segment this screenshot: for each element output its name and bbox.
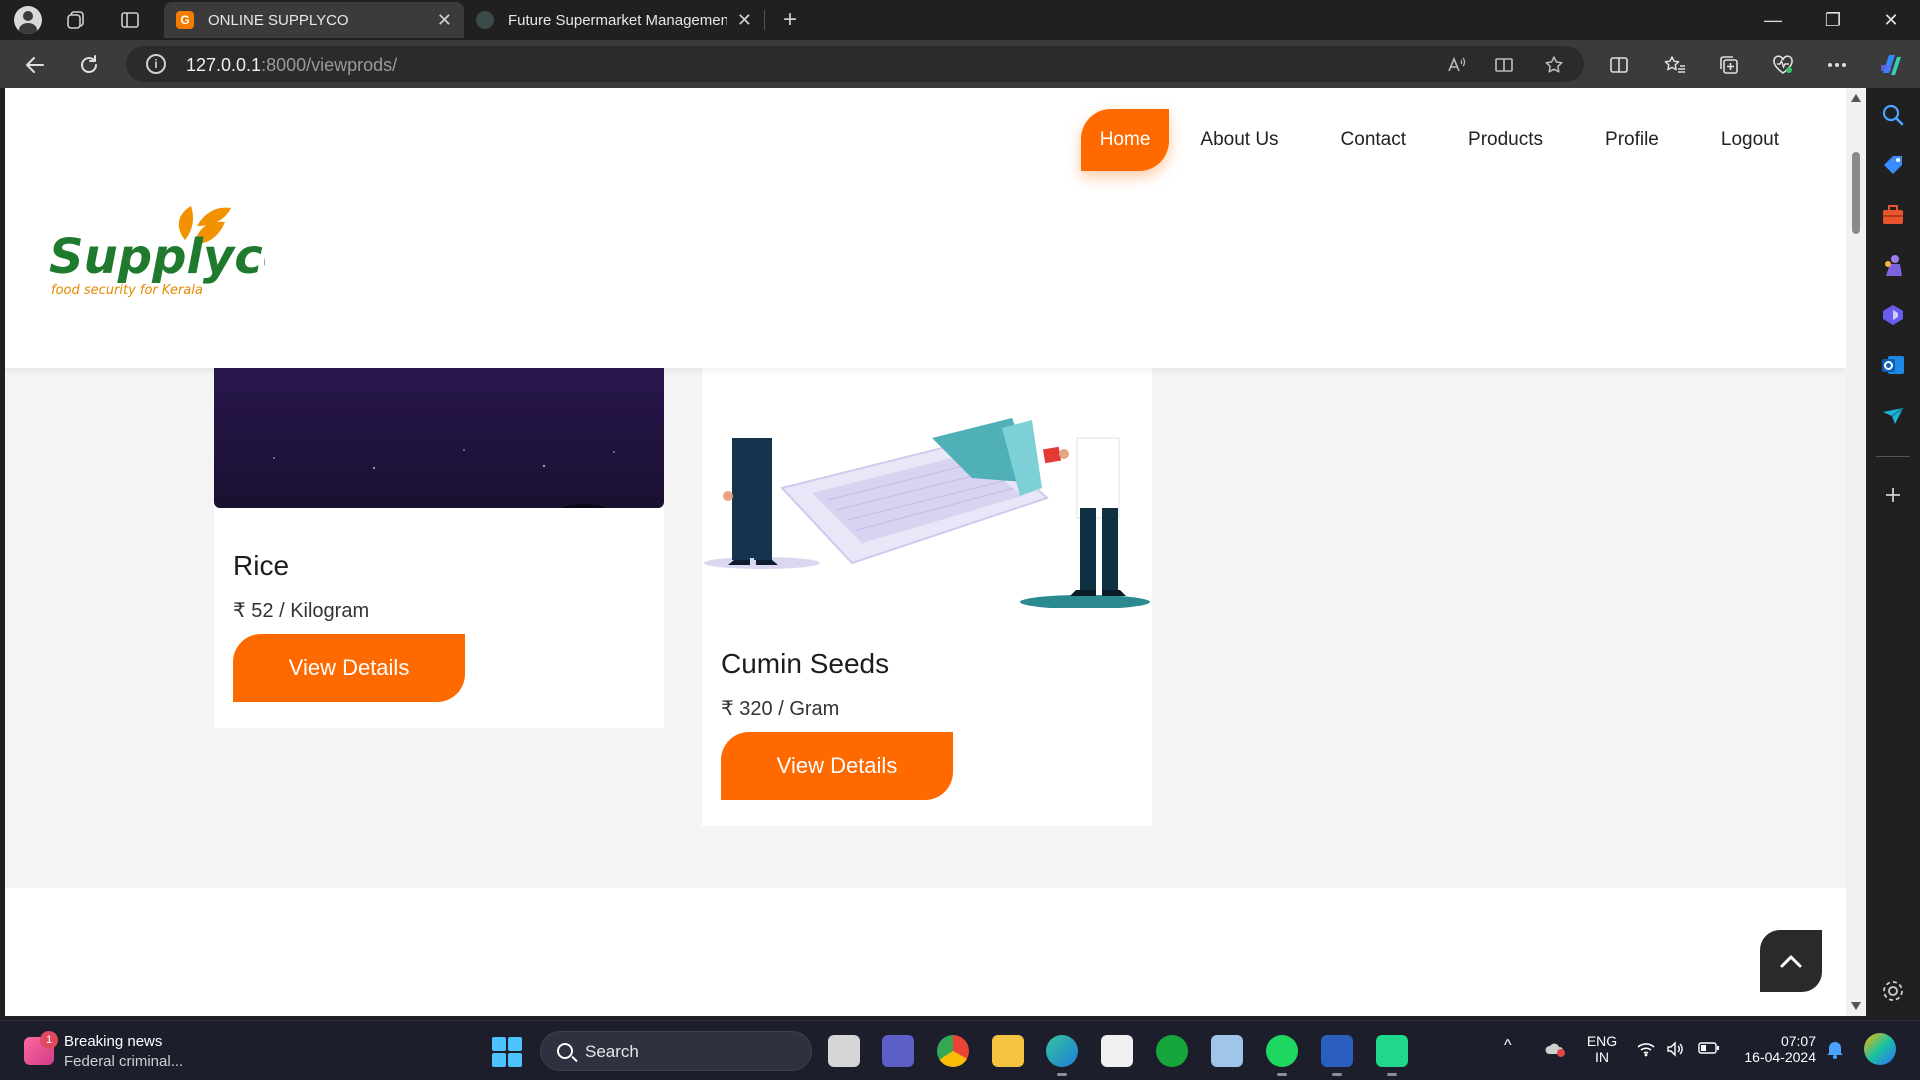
supplyco-favicon-icon: G: [176, 11, 194, 29]
profile-button[interactable]: [14, 6, 42, 34]
file-explorer-icon[interactable]: [992, 1035, 1024, 1067]
supplyco-logo[interactable]: Supplyco food security for Kerala: [45, 178, 296, 298]
tab-close-icon[interactable]: ✕: [437, 10, 452, 31]
browser-toolbar: i 127.0.0.1:8000/viewprods/: [0, 40, 1920, 88]
address-bar[interactable]: i 127.0.0.1:8000/viewprods/: [126, 46, 1584, 82]
read-aloud-icon[interactable]: [1444, 53, 1468, 77]
media-player-icon[interactable]: [1211, 1035, 1243, 1067]
new-tab-button[interactable]: +: [776, 6, 804, 34]
task-view-icon[interactable]: [828, 1035, 860, 1067]
language-indicator[interactable]: ENG IN: [1582, 1033, 1622, 1065]
chatgpt-favicon-icon: [476, 11, 494, 29]
favorite-star-icon[interactable]: [1542, 53, 1566, 77]
refresh-button[interactable]: [74, 50, 104, 80]
browser-essentials-icon[interactable]: [1768, 50, 1798, 80]
product-name: Rice: [233, 550, 290, 581]
edge-sidebar: [1866, 88, 1920, 1020]
logo-tagline: food security for Kerala: [51, 283, 203, 298]
split-screen-icon[interactable]: [1604, 50, 1634, 80]
windows-taskbar: 1 Breaking news Federal criminal... Sear…: [0, 1020, 1920, 1080]
scroll-down-arrow-icon[interactable]: [1851, 1002, 1861, 1010]
immersive-reader-icon[interactable]: [1492, 53, 1516, 77]
view-details-button[interactable]: View Details: [721, 732, 953, 800]
product-name: Cumin Seeds: [721, 648, 890, 679]
back-button[interactable]: [20, 50, 50, 80]
nav-contact[interactable]: Contact: [1310, 109, 1437, 171]
xbox-icon[interactable]: [1156, 1035, 1188, 1067]
microsoft-store-icon[interactable]: [1101, 1035, 1133, 1067]
copilot-icon[interactable]: [1876, 50, 1906, 80]
sidebar-divider: [1876, 456, 1910, 457]
pycharm-icon[interactable]: [1376, 1035, 1408, 1076]
sidebar-settings-gear-icon[interactable]: [1880, 978, 1906, 1004]
search-icon[interactable]: [1880, 102, 1906, 128]
volume-icon[interactable]: [1666, 1041, 1686, 1062]
site-info-icon[interactable]: i: [146, 54, 166, 74]
product-price: ₹ 52 / Kilogram: [233, 600, 370, 622]
back-to-top-button[interactable]: [1760, 930, 1822, 992]
favorites-icon[interactable]: [1660, 50, 1690, 80]
product-price: ₹ 320 / Gram: [721, 698, 840, 720]
news-badge: 1: [40, 1031, 58, 1049]
nav-home[interactable]: Home: [1080, 109, 1170, 171]
outlook-icon[interactable]: [1880, 352, 1906, 378]
main-nav: Home About Us Contact Products Profile L…: [1080, 109, 1810, 171]
word-icon[interactable]: [1321, 1035, 1353, 1076]
profile-avatar-icon: [14, 6, 42, 34]
clock-date: 16-04-2024: [1744, 1049, 1816, 1065]
collections-icon[interactable]: [1714, 50, 1744, 80]
tools-icon[interactable]: [1880, 202, 1906, 228]
logo-wordmark: Supplyco: [49, 229, 265, 285]
taskbar-search-box[interactable]: Search: [540, 1031, 812, 1071]
onedrive-error-icon[interactable]: [1544, 1041, 1566, 1062]
add-sidebar-app-icon[interactable]: [1880, 482, 1906, 508]
games-icon[interactable]: [1880, 252, 1906, 278]
site-header: Supplyco food security for Kerala Home A…: [5, 88, 1846, 368]
tab-title: Future Supermarket Managemen: [508, 11, 727, 29]
tab-close-icon[interactable]: ✕: [737, 10, 752, 31]
chevron-up-icon: [1780, 955, 1802, 968]
tray-overflow-chevron-icon[interactable]: ^: [1504, 1037, 1512, 1055]
view-details-button[interactable]: View Details: [233, 634, 465, 702]
scroll-thumb[interactable]: [1852, 152, 1860, 234]
vertical-tabs-icon[interactable]: [116, 6, 144, 34]
more-icon[interactable]: [1822, 50, 1852, 80]
tab-divider: [764, 10, 765, 30]
teams-icon[interactable]: [882, 1035, 914, 1067]
notification-bell-icon[interactable]: [1826, 1039, 1844, 1064]
drop-send-icon[interactable]: [1880, 402, 1906, 428]
news-subtitle: Federal criminal...: [64, 1053, 184, 1070]
footer-area: [5, 888, 1846, 1016]
clock-time: 07:07: [1780, 1033, 1816, 1049]
nav-about-us[interactable]: About Us: [1169, 109, 1309, 171]
url-text[interactable]: 127.0.0.1:8000/viewprods/: [186, 55, 397, 76]
page-scrollbar[interactable]: [1846, 88, 1866, 1016]
browser-tab-bar: G ONLINE SUPPLYCO ✕ Future Supermarket M…: [0, 0, 1920, 40]
page-viewport: Rice ₹ 52 / Kilogram View Details Cumin …: [5, 88, 1846, 1016]
restore-button[interactable]: ❐: [1804, 0, 1862, 40]
close-window-button[interactable]: ✕: [1862, 0, 1920, 40]
search-placeholder: Search: [585, 1042, 639, 1061]
edge-browser-icon[interactable]: [1046, 1035, 1078, 1076]
minimize-button[interactable]: —: [1744, 0, 1802, 40]
nav-logout[interactable]: Logout: [1690, 109, 1810, 171]
clock[interactable]: 07:07 16-04-2024: [1726, 1033, 1816, 1065]
nav-products[interactable]: Products: [1437, 109, 1574, 171]
microsoft-365-icon[interactable]: [1880, 302, 1906, 328]
tab-title: ONLINE SUPPLYCO: [208, 11, 349, 29]
spotify-icon[interactable]: [1266, 1035, 1298, 1076]
nav-profile[interactable]: Profile: [1574, 109, 1690, 171]
tab-future-supermarket[interactable]: Future Supermarket Managemen ✕: [464, 2, 764, 38]
chrome-icon[interactable]: [937, 1035, 969, 1067]
tab-online-supplyco[interactable]: G ONLINE SUPPLYCO ✕: [164, 2, 464, 38]
scroll-up-arrow-icon[interactable]: [1851, 94, 1861, 102]
news-title: Breaking news: [64, 1033, 163, 1050]
wifi-icon[interactable]: [1636, 1041, 1656, 1062]
shopping-tag-icon[interactable]: [1880, 152, 1906, 178]
copilot-taskbar-icon[interactable]: [1864, 1033, 1896, 1065]
workspaces-icon[interactable]: [62, 6, 90, 34]
search-icon: [557, 1043, 573, 1059]
start-button-windows-icon[interactable]: [492, 1037, 522, 1067]
battery-icon[interactable]: [1698, 1041, 1720, 1060]
